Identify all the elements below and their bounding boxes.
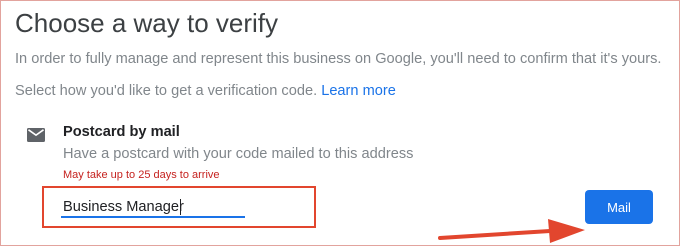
option-description: Have a postcard with your code mailed to… bbox=[63, 146, 414, 162]
learn-more-link[interactable]: Learn more bbox=[321, 83, 396, 99]
option-warning: May take up to 25 days to arrive bbox=[63, 169, 220, 181]
option-title: Postcard by mail bbox=[63, 124, 180, 140]
annotation-arrow-icon bbox=[438, 219, 585, 243]
page-title: Choose a way to verify bbox=[15, 8, 279, 38]
business-name-input[interactable] bbox=[61, 198, 245, 218]
select-prompt: Select how you'd like to get a verificat… bbox=[15, 83, 396, 99]
intro-text: In order to fully manage and represent t… bbox=[15, 51, 662, 67]
mail-icon bbox=[27, 128, 45, 142]
select-prompt-text: Select how you'd like to get a verificat… bbox=[15, 83, 318, 99]
mail-button[interactable]: Mail bbox=[585, 190, 653, 224]
text-cursor bbox=[180, 199, 181, 215]
